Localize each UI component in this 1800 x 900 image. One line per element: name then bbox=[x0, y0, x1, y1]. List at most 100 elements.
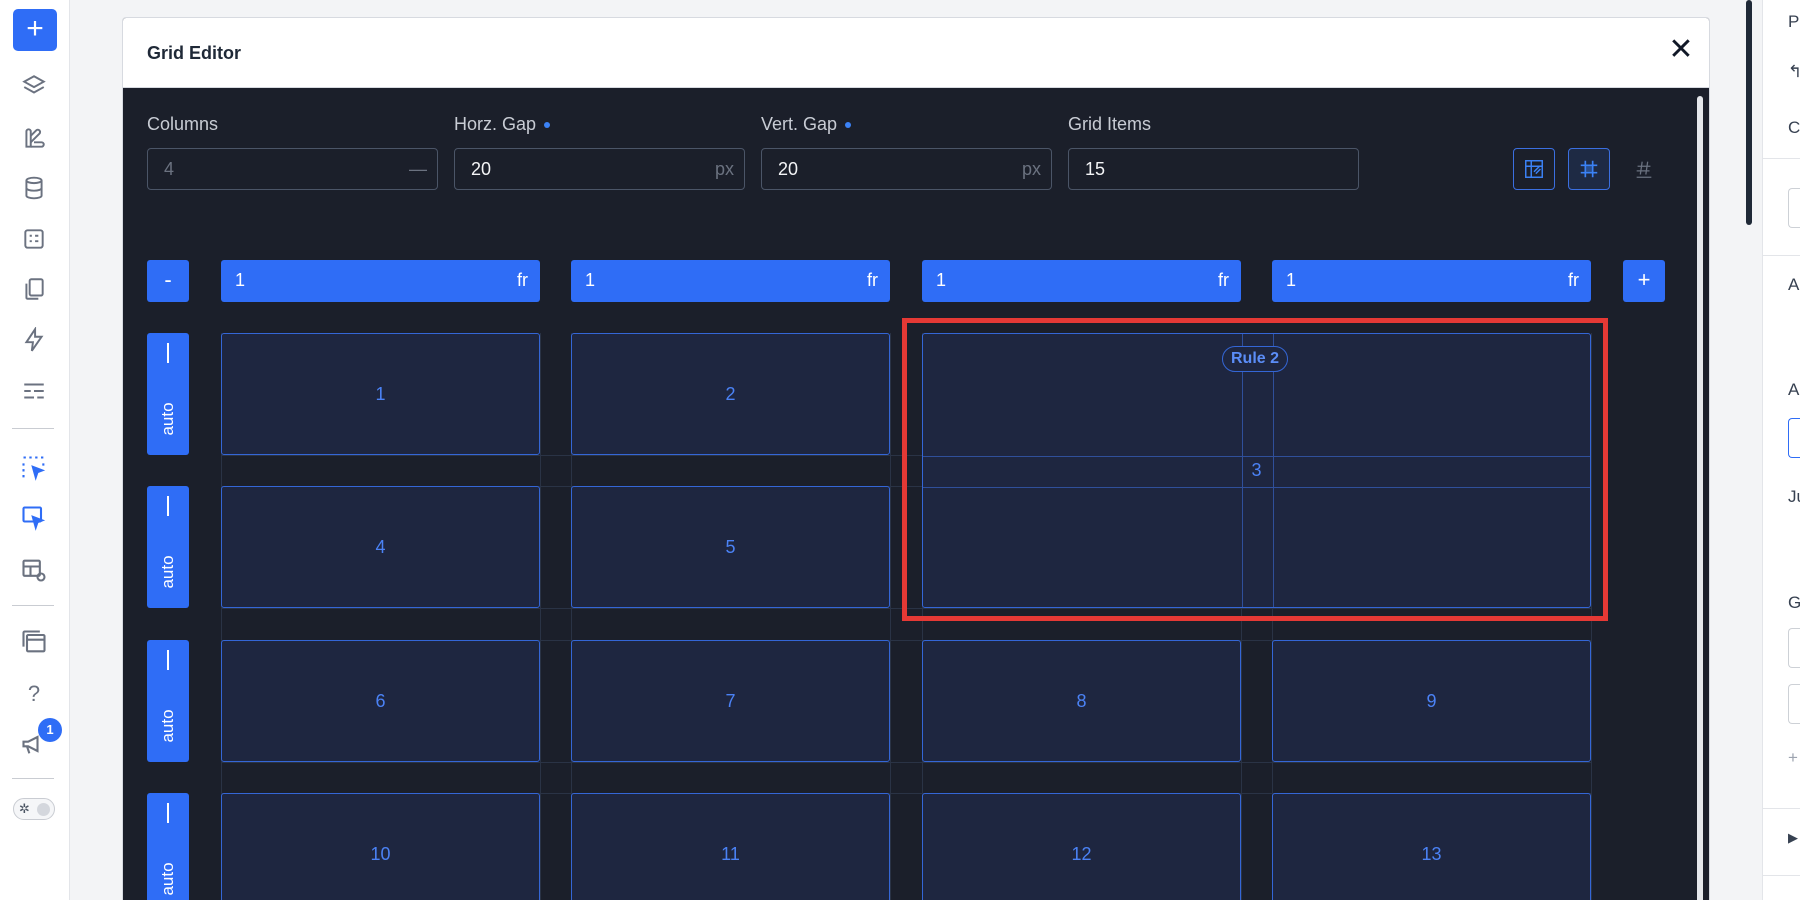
toolbar-divider bbox=[12, 778, 54, 779]
grid-item[interactable]: 13 bbox=[1272, 793, 1591, 900]
grid-items-label: Grid Items bbox=[1068, 114, 1151, 135]
row-track-1[interactable]: auto bbox=[147, 333, 189, 455]
panel-text-fragment: Ju bbox=[1788, 487, 1800, 506]
column-track-3[interactable]: 1 fr bbox=[922, 260, 1241, 302]
grid-item[interactable]: 5 bbox=[571, 486, 890, 608]
column-track-2[interactable]: 1 fr bbox=[571, 260, 890, 302]
grid-item[interactable]: 8 bbox=[922, 640, 1241, 762]
grid-item[interactable]: 7 bbox=[571, 640, 890, 762]
toolbar-divider bbox=[12, 605, 54, 606]
panel-align-button[interactable] bbox=[1788, 418, 1800, 458]
grid-items-input[interactable] bbox=[1085, 149, 1315, 189]
database-icon[interactable] bbox=[18, 172, 50, 204]
modified-dot-icon bbox=[544, 122, 551, 129]
grid-item[interactable]: 10 bbox=[221, 793, 540, 900]
columns-field[interactable]: — bbox=[147, 148, 438, 190]
remove-column-button[interactable]: - bbox=[147, 260, 189, 302]
grid-item[interactable]: 11 bbox=[571, 793, 890, 900]
grid-item[interactable]: 12 bbox=[922, 793, 1241, 900]
cell-guide-line bbox=[923, 456, 1590, 457]
panel-text-fragment: C bbox=[1788, 118, 1800, 137]
grid-item-spanning[interactable]: Rule 2 3 bbox=[922, 333, 1591, 608]
palette-icon[interactable] bbox=[18, 122, 50, 154]
drag-handle-icon[interactable] bbox=[167, 650, 169, 670]
sun-icon: ✲ bbox=[19, 801, 30, 816]
horz-gap-field[interactable]: px bbox=[454, 148, 745, 190]
panel-divider bbox=[1762, 158, 1800, 159]
track-unit: fr bbox=[1218, 270, 1229, 290]
undo-icon[interactable]: ↰ bbox=[1788, 62, 1800, 82]
track-value: 1 bbox=[936, 270, 947, 290]
drag-handle-icon[interactable] bbox=[167, 803, 169, 823]
window-stack-icon[interactable] bbox=[18, 626, 50, 658]
layers-icon[interactable] bbox=[18, 70, 50, 102]
vert-gap-label: Vert. Gap bbox=[761, 114, 852, 135]
add-icon[interactable]: + bbox=[1788, 748, 1798, 768]
horz-gap-label: Horz. Gap bbox=[454, 114, 551, 135]
row-track-3[interactable]: auto bbox=[147, 640, 189, 762]
row-track-label: auto bbox=[158, 862, 177, 896]
modal-scrollbar[interactable] bbox=[1697, 96, 1703, 900]
panel-divider bbox=[1762, 808, 1800, 809]
panel-input[interactable] bbox=[1788, 628, 1800, 668]
select-element-icon[interactable] bbox=[18, 452, 50, 484]
page-scrollbar[interactable] bbox=[1746, 0, 1752, 225]
grid-item-number: 3 bbox=[1251, 460, 1262, 480]
expand-arrow-icon[interactable]: ▶ bbox=[1788, 830, 1798, 846]
rule-badge[interactable]: Rule 2 bbox=[1222, 346, 1289, 372]
table-view-icon[interactable] bbox=[18, 554, 50, 586]
vert-gap-input[interactable] bbox=[778, 149, 1008, 189]
row-track-2[interactable]: auto bbox=[147, 486, 189, 608]
columns-suffix: — bbox=[409, 159, 427, 179]
grid-numbers-button[interactable] bbox=[1623, 148, 1665, 190]
form-icon[interactable] bbox=[18, 223, 50, 255]
close-icon[interactable]: ✕ bbox=[1663, 32, 1699, 68]
panel-text-fragment: G bbox=[1788, 593, 1800, 612]
add-column-button[interactable]: + bbox=[1623, 260, 1665, 302]
horz-gap-label-text: Horz. Gap bbox=[454, 114, 537, 134]
grid-lines-icon bbox=[1580, 160, 1598, 178]
modified-dot-icon bbox=[845, 122, 852, 129]
column-track-4[interactable]: 1 fr bbox=[1272, 260, 1591, 302]
modal-header: Grid Editor ✕ bbox=[123, 18, 1709, 88]
panel-text-fragment: A bbox=[1788, 275, 1800, 294]
columns-label-text: Columns bbox=[147, 114, 219, 134]
drag-handle-icon[interactable] bbox=[167, 343, 169, 363]
grid-item[interactable]: 9 bbox=[1272, 640, 1591, 762]
toolbar-divider bbox=[12, 428, 54, 429]
grid-item[interactable]: 6 bbox=[221, 640, 540, 762]
track-unit: fr bbox=[517, 270, 528, 290]
vert-gap-field[interactable]: px bbox=[761, 148, 1052, 190]
vert-gap-unit: px bbox=[1021, 159, 1041, 179]
help-icon[interactable]: ? bbox=[18, 678, 50, 710]
row-track-label: auto bbox=[158, 709, 177, 743]
row-track-label: auto bbox=[158, 402, 177, 436]
grid-item[interactable]: 1 bbox=[221, 333, 540, 455]
horz-gap-unit: px bbox=[714, 159, 734, 179]
grid-items-label-text: Grid Items bbox=[1068, 114, 1152, 134]
grid-area-button[interactable] bbox=[1513, 148, 1555, 190]
grid-item[interactable]: 4 bbox=[221, 486, 540, 608]
grid-item[interactable]: 2 bbox=[571, 333, 890, 455]
row-track-4[interactable]: auto bbox=[147, 793, 189, 900]
panel-divider bbox=[1762, 255, 1800, 256]
grid-editor-modal: Grid Editor ✕ Columns — Horz. Gap px Ver… bbox=[122, 17, 1710, 900]
grid-items-field[interactable] bbox=[1068, 148, 1359, 190]
theme-toggle[interactable]: ✲ bbox=[13, 798, 55, 820]
list-icon[interactable] bbox=[18, 375, 50, 407]
grid-guide-line bbox=[221, 608, 1591, 609]
row-track-label: auto bbox=[158, 555, 177, 589]
drag-handle-icon[interactable] bbox=[167, 496, 169, 516]
grid-lines-button[interactable] bbox=[1568, 148, 1610, 190]
add-button[interactable]: + bbox=[13, 9, 57, 51]
pages-icon[interactable] bbox=[18, 273, 50, 305]
horz-gap-input[interactable] bbox=[471, 149, 701, 189]
column-track-1[interactable]: 1 fr bbox=[221, 260, 540, 302]
lightning-icon[interactable] bbox=[18, 324, 50, 356]
select-element-alt-icon[interactable] bbox=[18, 502, 50, 534]
track-value: 1 bbox=[1286, 270, 1297, 290]
panel-input[interactable] bbox=[1788, 684, 1800, 724]
panel-input[interactable] bbox=[1788, 188, 1800, 228]
hash-icon bbox=[1636, 161, 1652, 178]
columns-input[interactable] bbox=[164, 149, 394, 189]
